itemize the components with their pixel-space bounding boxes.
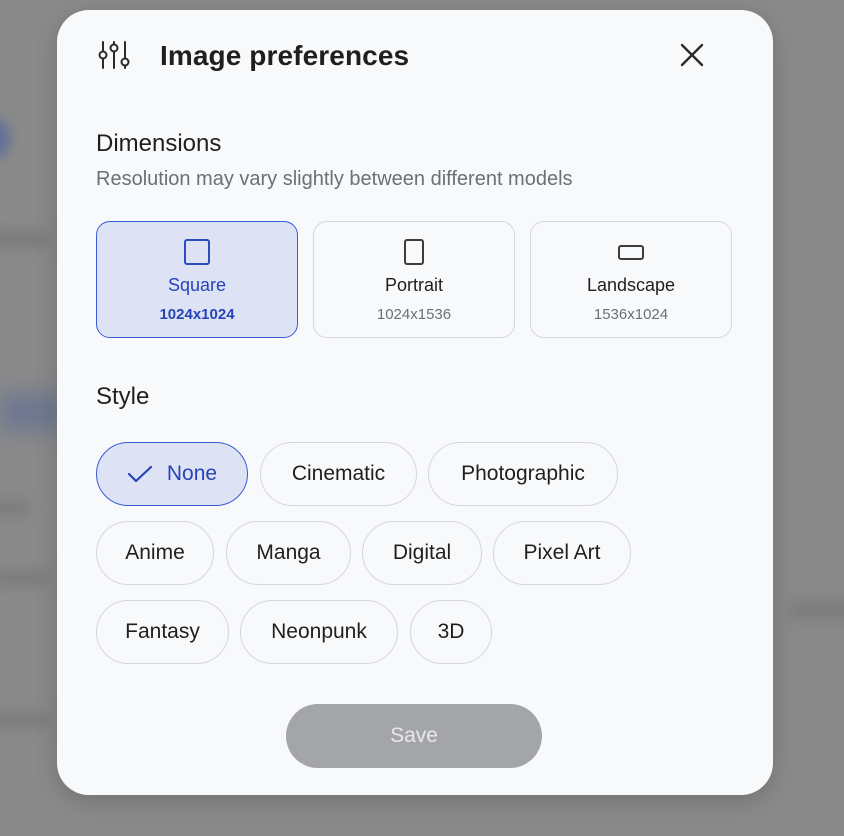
sliders-icon	[97, 40, 131, 70]
style-chip-label: Pixel Art	[523, 541, 601, 564]
save-button[interactable]: Save	[286, 704, 542, 768]
dimension-option-landscape[interactable]: Landscape 1536x1024	[530, 221, 732, 338]
style-chip-label: Digital	[392, 541, 452, 564]
dimensions-heading: Dimensions	[96, 130, 222, 157]
close-icon[interactable]	[677, 40, 707, 70]
dimension-option-size: 1024x1536	[376, 306, 452, 323]
dimensions-subtitle: Resolution may vary slightly between dif…	[96, 168, 573, 190]
style-chip-label: Manga	[256, 541, 321, 564]
dimension-option-size: 1024x1024	[159, 306, 235, 323]
style-chip-cinematic[interactable]: Cinematic	[260, 442, 417, 506]
style-heading: Style	[96, 383, 150, 410]
background-text-blur	[0, 500, 30, 516]
dimension-option-square[interactable]: Square 1024x1024	[96, 221, 298, 338]
style-chip-anime[interactable]: Anime	[96, 521, 214, 585]
landscape-icon	[618, 245, 644, 260]
style-chip-label: 3D	[437, 620, 465, 643]
style-chip-neonpunk[interactable]: Neonpunk	[240, 600, 398, 664]
style-chip-manga[interactable]: Manga	[226, 521, 351, 585]
portrait-icon	[404, 239, 424, 265]
style-chip-pixel-art[interactable]: Pixel Art	[493, 521, 631, 585]
dimension-option-label: Portrait	[384, 275, 444, 295]
style-chip-3d[interactable]: 3D	[410, 600, 492, 664]
style-chip-label: Neonpunk	[271, 620, 367, 643]
background-text-blur	[790, 600, 844, 620]
dimension-option-label: Square	[167, 275, 227, 295]
dimension-option-label: Landscape	[586, 275, 676, 295]
style-chip-digital[interactable]: Digital	[362, 521, 482, 585]
background-text-blur	[0, 570, 50, 586]
style-chip-photographic[interactable]: Photographic	[428, 442, 618, 506]
dimension-option-portrait[interactable]: Portrait 1024x1536	[313, 221, 515, 338]
background-text-blur	[0, 230, 50, 248]
image-preferences-dialog: Image preferences Dimensions Resolution …	[57, 10, 773, 795]
style-chip-label: Cinematic	[291, 462, 386, 485]
style-chip-label: Anime	[125, 541, 185, 564]
background-accent-blur	[0, 392, 62, 432]
background-text-blur	[0, 712, 50, 728]
style-chip-label: Photographic	[461, 462, 585, 485]
check-icon	[127, 464, 153, 484]
dialog-title: Image preferences	[160, 40, 410, 71]
style-chip-label: None	[166, 462, 218, 485]
dimension-option-size: 1536x1024	[593, 306, 669, 323]
style-chip-none[interactable]: None	[96, 442, 248, 506]
square-icon	[184, 239, 210, 265]
background-accent-blur	[0, 118, 10, 158]
style-chip-fantasy[interactable]: Fantasy	[96, 600, 229, 664]
style-chip-label: Fantasy	[125, 620, 200, 643]
